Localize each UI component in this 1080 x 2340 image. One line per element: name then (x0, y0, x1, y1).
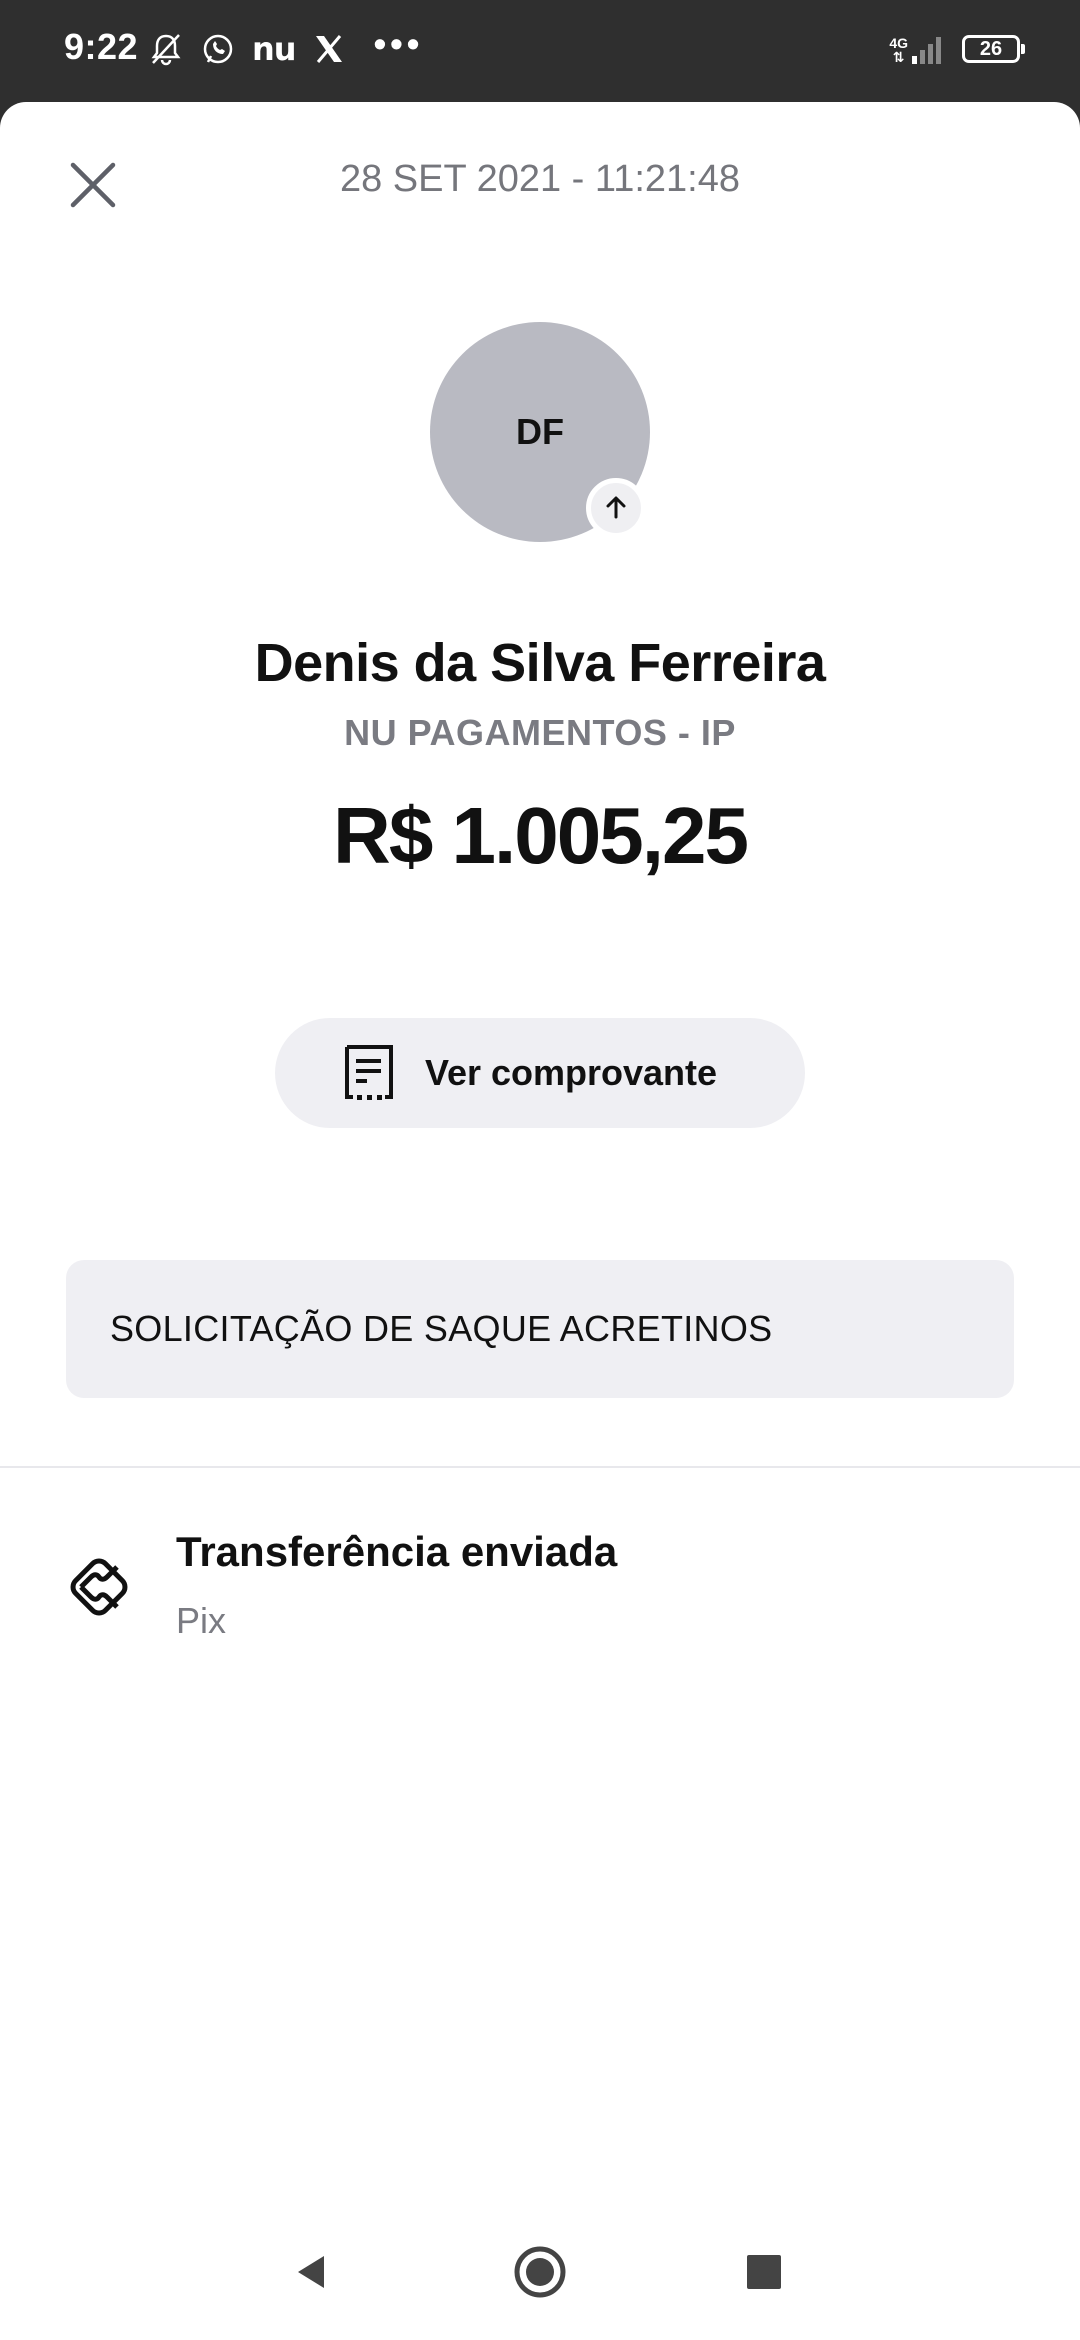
battery-icon: 26 (962, 35, 1025, 63)
arrow-up-icon (586, 478, 646, 538)
signal-icon (912, 37, 941, 64)
avatar-initials: DF (516, 411, 564, 452)
view-receipt-button[interactable]: Ver comprovante (275, 1018, 805, 1128)
recents-square-icon (747, 2255, 781, 2289)
transaction-type-row: Transferência enviada Pix (0, 1512, 1080, 1712)
whatsapp-icon (200, 31, 236, 67)
more-notifications-icon: ••• (373, 23, 424, 64)
section-divider (0, 1466, 1080, 1468)
transfer-message-text: SOLICITAÇÃO DE SAQUE ACRETINOS (110, 1308, 773, 1349)
nav-home-button[interactable] (500, 2232, 580, 2312)
battery-level: 26 (979, 37, 1003, 60)
pix-icon (70, 1558, 128, 1616)
system-icons: 4G ⇅ 26 (889, 28, 1025, 70)
transaction-type: Transferência enviada (176, 1528, 618, 1575)
system-navigation-bar (0, 2210, 1080, 2340)
view-receipt-label: Ver comprovante (424, 1052, 718, 1093)
recipient-bank: NU PAGAMENTOS - IP (344, 712, 736, 753)
home-circle-icon (514, 2246, 566, 2298)
network-indicator: 4G ⇅ (889, 34, 946, 64)
recipient-name: Denis da Silva Ferreira (254, 633, 826, 693)
status-bar: 9:22 nu ••• 4G ⇅ 26 (0, 0, 1080, 100)
back-triangle-icon (298, 2256, 324, 2288)
transaction-amount: R$ 1.005,25 (333, 791, 749, 880)
nav-back-button[interactable] (272, 2232, 352, 2312)
receipt-icon (344, 1045, 393, 1100)
transaction-detail-sheet: 28 SET 2021 - 11:21:48 DF Denis da Silva… (0, 102, 1080, 2212)
transaction-method: Pix (176, 1600, 227, 1641)
network-type: 4G (889, 35, 908, 51)
x-icon (312, 32, 346, 66)
alarm-off-icon (148, 31, 184, 67)
nu-icon: nu (252, 30, 297, 68)
transaction-date: 28 SET 2021 - 11:21:48 (339, 158, 740, 200)
status-time: 9:22 (64, 26, 139, 67)
transfer-message: SOLICITAÇÃO DE SAQUE ACRETINOS (66, 1260, 1014, 1398)
notification-icons: nu ••• (148, 23, 423, 70)
nav-recents-button[interactable] (724, 2232, 804, 2312)
